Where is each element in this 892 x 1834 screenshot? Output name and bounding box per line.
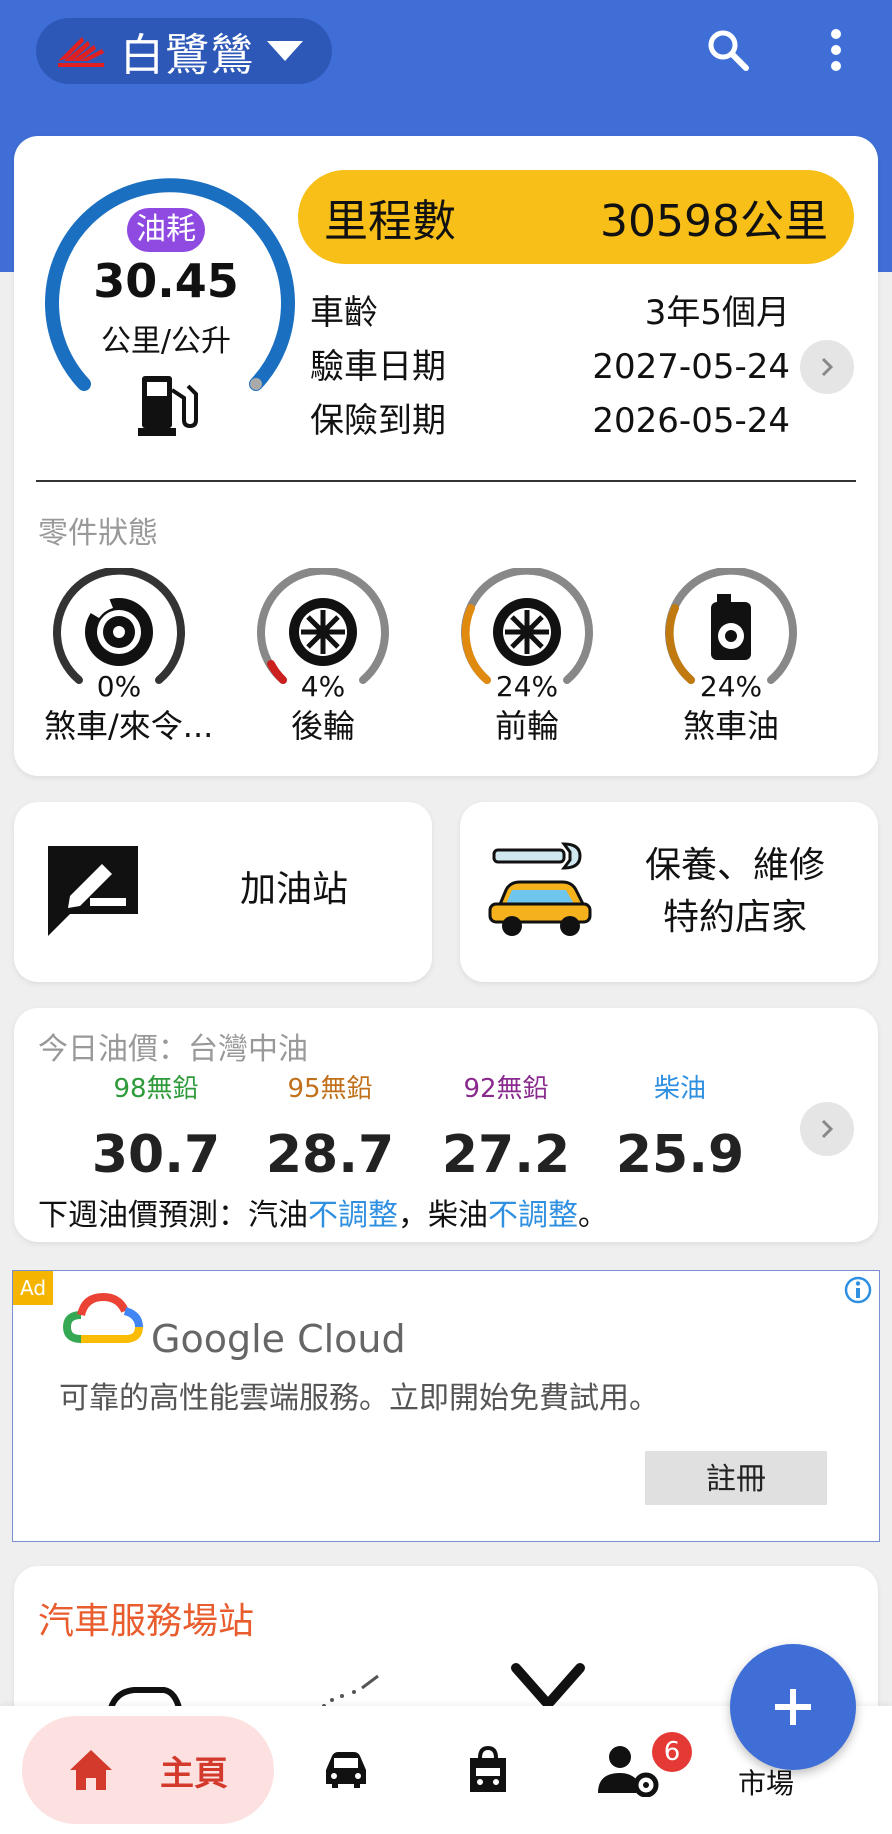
ad-register-button[interactable]: 註冊 [645,1451,827,1505]
vehicle-info[interactable]: 車齡 3年5個月 驗車日期 2027-05-24 保險到期 2026-05-24 [310,286,790,448]
gas-station-button[interactable]: 加油站 [14,802,432,982]
oil-price-card[interactable]: 今日油價：台灣中油 98無鉛 30.7 95無鉛 28.7 92無鉛 27.2 … [14,1008,878,1242]
oil-can-icon [711,594,751,660]
home-icon [70,1750,112,1790]
info-row-age: 車齡 3年5個月 [310,293,790,333]
chevron-right-icon[interactable] [800,1102,854,1156]
fuel-pump-icon [138,376,198,436]
odometer-label: 里程數 [324,196,456,247]
edit-note-icon [48,846,138,936]
chevron-down-icon [267,41,303,61]
ad-tag: Ad [13,1271,53,1305]
car-repair-icon [488,842,592,936]
shopping-car-icon [470,1746,506,1792]
part-percent: 4% [300,670,346,703]
wheel-icon [289,598,357,666]
notification-badge: 6 [652,1732,692,1772]
chevron-right-icon[interactable] [800,340,854,394]
service-shops-button[interactable]: 保養、維修 特約店家 [460,802,878,982]
divider [36,480,856,482]
ad-brand: Google Cloud [151,1317,406,1361]
info-icon[interactable] [843,1275,873,1305]
search-icon[interactable] [700,22,756,78]
oil-price-title: 今日油價：台灣中油 [38,1032,308,1067]
vehicle-name: 白鷺鷥 [120,30,255,81]
vehicle-selector[interactable]: 白鷺鷥 [36,18,332,84]
part-name: 煞車油 [682,707,779,745]
services-title: 汽車服務場站 [38,1601,255,1642]
fuel-economy-value: 30.45 [93,254,239,308]
wheel-icon [493,598,561,666]
fuel-economy-unit: 公里/公升 [100,324,232,359]
ad-banner[interactable]: Ad Google Cloud 可靠的高性能雲端服務。立即開始免費試用。 註冊 [12,1270,880,1542]
odometer-pill: 里程數 30598公里 [298,170,854,264]
google-cloud-logo-icon [63,1292,143,1343]
part-percent: 24% [495,670,559,703]
ad-text: 可靠的高性能雲端服務。立即開始免費試用。 [59,1381,659,1416]
price-forecast: 下週油價預測：汽油不調整，柴油不調整。 [38,1198,608,1233]
info-row-inspection: 驗車日期 2027-05-24 [310,347,790,387]
fuel-economy-label: 油耗 [127,208,205,252]
service-shops-label: 保養、維修 特約店家 [644,845,825,938]
gas-station-label: 加油站 [239,869,348,910]
plus-icon [775,1689,811,1725]
fuel-92: 92無鉛 27.2 [441,1074,571,1185]
info-row-insurance: 保險到期 2026-05-24 [310,401,790,441]
vehicle-summary-card: 油耗 30.45 公里/公升 里程數 30598公里 車齡 3年5個月 驗車日期… [14,136,878,776]
more-vert-icon[interactable] [808,22,864,78]
car-icon [326,1752,366,1788]
part-front-wheel[interactable]: 24% 前輪 [452,568,602,747]
fuel-95: 95無鉛 28.7 [265,1074,395,1185]
nav-car-shop[interactable] [448,1730,528,1810]
part-brake-fluid[interactable]: 24% 煞車油 [656,568,806,747]
part-name: 煞車/來令... [44,707,214,745]
honda-logo-icon [54,31,108,71]
nav-car[interactable] [306,1730,386,1810]
user-settings-icon [598,1746,659,1797]
brake-disc-icon [85,598,153,666]
odometer-value: 30598公里 [600,196,828,247]
part-percent: 24% [699,670,763,703]
parts-status-title: 零件狀態 [38,516,158,551]
nav-home-label: 主頁 [160,1753,228,1794]
part-rear-wheel[interactable]: 4% 後輪 [248,568,398,747]
add-button[interactable] [730,1644,856,1770]
part-brake[interactable]: 0% 煞車/來令... [44,568,214,747]
fuel-98: 98無鉛 30.7 [91,1074,221,1185]
fuel-diesel: 柴油 25.9 [615,1074,745,1185]
part-name: 後輪 [290,707,355,745]
part-name: 前輪 [494,707,559,745]
nav-home[interactable]: 主頁 [22,1716,274,1824]
part-percent: 0% [96,670,142,703]
